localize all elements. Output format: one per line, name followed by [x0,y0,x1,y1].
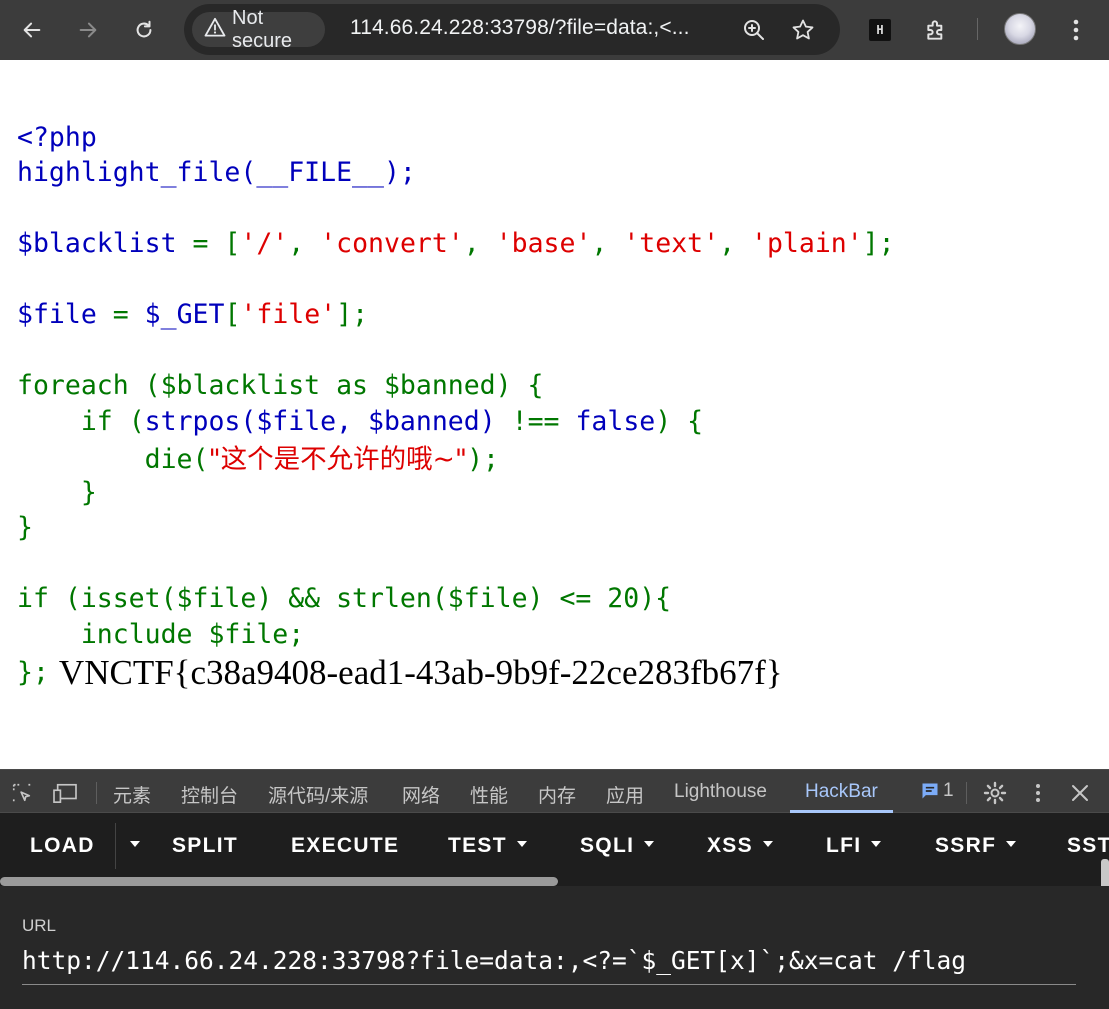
tab-console[interactable]: 控制台 [181,781,238,808]
tab-performance[interactable]: 性能 [470,781,508,808]
message-icon [922,783,938,799]
code-line: if (isset($file) && strlen($file) <= 20)… [17,583,672,614]
split-button[interactable]: SPLIT [172,834,238,858]
xss-label: XSS [707,834,753,857]
kebab-menu-icon[interactable] [1060,14,1092,46]
kebab-menu-icon[interactable] [1025,780,1051,806]
code-line: } [17,512,33,543]
test-menu-button[interactable]: TEST [448,834,527,858]
url-input[interactable]: http://114.66.24.228:33798?file=data:,<?… [22,946,966,975]
device-toolbar-icon[interactable] [52,780,78,806]
code-line: $file = $_GET['file']; [17,299,369,330]
url-input-underline [22,984,1076,985]
code-line: highlight_file(__FILE__); [17,157,416,188]
close-icon[interactable] [1067,780,1093,806]
back-arrow-icon[interactable] [14,12,50,48]
ssrf-label: SSRF [935,834,997,857]
issues-count: 1 [943,780,954,801]
php-source-code: <?php highlight_file(__FILE__); $blacklis… [17,84,895,723]
code-line: }; VNCTF{c38a9408-ead1-43ab-9b9f-22ce283f… [17,653,783,692]
chevron-down-icon [1006,841,1017,848]
button-divider [115,823,116,869]
tab-network[interactable]: 网络 [402,781,440,808]
tab-divider [966,782,967,804]
warning-triangle-icon [204,17,226,43]
flag-output: VNCTF{c38a9408-ead1-43ab-9b9f-22ce283fb6… [58,653,783,692]
url-label: URL [22,916,57,935]
devtools-tab-bar: 元素 控制台 源代码/来源 网络 性能 内存 应用 Lighthouse Hac… [0,769,1109,813]
address-bar[interactable]: Not secure 114.66.24.228:33798/?file=dat… [184,4,840,55]
lfi-menu-button[interactable]: LFI [826,834,882,858]
chevron-down-icon [644,841,655,848]
tab-lighthouse[interactable]: Lighthouse [674,781,767,803]
code-line: include $file; [80,618,305,650]
browser-toolbar: Not secure 114.66.24.228:33798/?file=dat… [0,0,1109,60]
sqli-menu-button[interactable]: SQLI [580,834,655,858]
code-line: foreach ($blacklist as $banned) { [17,370,544,401]
issues-counter[interactable]: 1 [920,780,954,802]
inspect-element-icon[interactable] [9,780,35,806]
code-line: } [17,476,97,508]
security-chip[interactable]: Not secure [192,7,325,52]
tab-memory[interactable]: 内存 [538,781,576,808]
devtools-panel: 元素 控制台 源代码/来源 网络 性能 内存 应用 Lighthouse Hac… [0,769,1109,1009]
toolbar-divider [977,18,978,40]
tab-sources[interactable]: 源代码/来源 [268,781,368,808]
code-line: $blacklist = ['/', 'convert', 'base', 't… [17,228,895,259]
chevron-down-icon [871,841,882,848]
ssti-menu-button[interactable]: SST [1067,834,1109,858]
xss-menu-button[interactable]: XSS [707,834,773,858]
tab-hackbar[interactable]: HackBar [805,781,878,803]
tab-elements[interactable]: 元素 [113,781,151,808]
sqli-label: SQLI [580,834,635,857]
hackbar-body: URL http://114.66.24.228:33798?file=data… [0,886,1109,1009]
hackbar-toolbar: LOAD SPLIT EXECUTE TEST SQLI XSS LFI SSR… [0,813,1109,929]
star-icon[interactable] [789,16,817,44]
zoom-icon[interactable] [740,16,768,44]
lfi-label: LFI [826,834,862,857]
address-text[interactable]: 114.66.24.228:33798/?file=data:,<... [350,16,690,40]
extensions-puzzle-icon[interactable] [921,14,953,46]
profile-avatar[interactable] [1004,13,1036,45]
hackbar-extension-icon[interactable]: H [864,14,896,46]
reload-icon[interactable] [126,12,162,48]
chevron-down-icon [516,841,527,848]
horizontal-scrollbar[interactable] [0,877,558,886]
code-line: die("这个是不允许的哦~"); [144,444,499,475]
load-button[interactable]: LOAD [30,834,95,858]
ssrf-menu-button[interactable]: SSRF [935,834,1017,858]
load-dropdown-button[interactable] [120,834,140,858]
chevron-down-icon [762,841,773,848]
execute-button[interactable]: EXECUTE [291,834,399,858]
test-label: TEST [448,834,507,857]
tab-divider [96,782,97,804]
forward-arrow-icon[interactable] [70,12,106,48]
chevron-down-icon [130,841,140,848]
tab-application[interactable]: 应用 [606,781,644,808]
security-label: Not secure [232,6,293,52]
code-line: <?php [17,121,97,153]
code-line: if (strpos($file, $banned) !== false) { [80,405,704,437]
gear-icon[interactable] [982,780,1008,806]
